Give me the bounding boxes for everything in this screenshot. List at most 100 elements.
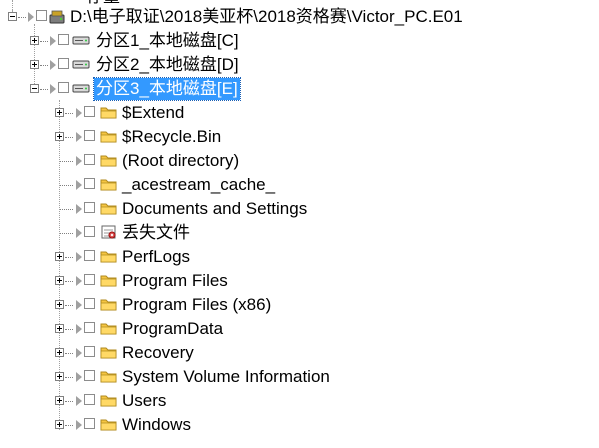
arrow-icon: [50, 60, 56, 70]
lost-files-icon: [101, 225, 116, 239]
folder-icon: [100, 179, 117, 191]
tree-item-folder[interactable]: ProgramData: [0, 318, 599, 342]
collapse-icon[interactable]: [8, 12, 17, 21]
tree-item-folder[interactable]: (Root directory): [0, 150, 599, 174]
evidence-tree: 存量 D:\电子取证\2018美亚杯\2018资格赛\Victor_PC.E01…: [0, 0, 599, 448]
arrow-icon: [50, 84, 56, 94]
checkbox[interactable]: [84, 370, 95, 381]
checkbox[interactable]: [58, 82, 69, 93]
folder-label: 丢失文件: [122, 223, 190, 242]
checkbox[interactable]: [84, 394, 95, 405]
tree-connector: [60, 233, 73, 234]
drive-icon: [72, 36, 90, 45]
expand-icon[interactable]: [30, 36, 39, 45]
expand-icon[interactable]: [55, 108, 64, 117]
tree-connector: [65, 425, 73, 426]
checkbox[interactable]: [84, 274, 95, 285]
checkbox[interactable]: [58, 34, 69, 45]
checkbox[interactable]: [84, 226, 95, 237]
folder-label: Recovery: [122, 343, 194, 362]
arrow-icon: [76, 108, 82, 118]
folder-icon: [100, 155, 117, 167]
arrow-icon: [76, 300, 82, 310]
tree-item-partition-c[interactable]: 分区1_本地磁盘[C]: [0, 30, 599, 54]
tree-item-partition-d[interactable]: 分区2_本地磁盘[D]: [0, 54, 599, 78]
checkbox[interactable]: [84, 154, 95, 165]
expand-icon[interactable]: [55, 132, 64, 141]
tree-connector: [65, 305, 73, 306]
tree-item-folder[interactable]: Program Files: [0, 270, 599, 294]
expand-icon[interactable]: [55, 420, 64, 429]
folder-icon: [100, 323, 117, 335]
arrow-icon: [76, 204, 82, 214]
arrow-icon: [76, 276, 82, 286]
expand-icon[interactable]: [55, 324, 64, 333]
tree-connector: [65, 257, 73, 258]
checkbox[interactable]: [84, 130, 95, 141]
checkbox[interactable]: [36, 10, 47, 21]
folder-label: ProgramData: [122, 319, 224, 338]
tree-item-partition-e[interactable]: 分区3_本地磁盘[E]: [0, 77, 599, 102]
tree-root-label: D:\电子取证\2018美亚杯\2018资格赛\Victor_PC.E01: [70, 7, 463, 26]
folder-label: Users: [122, 391, 167, 410]
tree-root-row[interactable]: D:\电子取证\2018美亚杯\2018资格赛\Victor_PC.E01: [0, 6, 599, 30]
tree-item-folder[interactable]: $Recycle.Bin: [0, 126, 599, 150]
folder-icon: [100, 203, 117, 215]
tree-item-folder[interactable]: $Extend: [0, 102, 599, 126]
tree-item-folder[interactable]: Users: [0, 390, 599, 414]
expand-icon[interactable]: [55, 348, 64, 357]
checkbox[interactable]: [84, 418, 95, 429]
checkbox[interactable]: [58, 58, 69, 69]
drive-icon: [72, 84, 90, 93]
folder-label: $Recycle.Bin: [122, 127, 222, 146]
folder-icon: [100, 275, 117, 287]
checkbox[interactable]: [84, 346, 95, 357]
tree-connector: [65, 113, 73, 114]
tree-connector: [65, 281, 73, 282]
folder-label: Program Files (x86): [122, 295, 272, 314]
checkbox[interactable]: [84, 250, 95, 261]
arrow-icon: [76, 324, 82, 334]
tree-connector: [65, 401, 73, 402]
tree-item-folder[interactable]: Documents and Settings: [0, 198, 599, 222]
tree-item-folder[interactable]: _acestream_cache_: [0, 174, 599, 198]
tree-connector: [40, 89, 48, 90]
collapse-icon[interactable]: [30, 84, 39, 93]
tree-connector: [60, 161, 73, 162]
tree-item-folder[interactable]: 丢失文件: [0, 222, 599, 246]
checkbox[interactable]: [84, 322, 95, 333]
tree-connector: [18, 17, 26, 18]
expand-icon[interactable]: [55, 252, 64, 261]
checkbox[interactable]: [84, 298, 95, 309]
expand-icon[interactable]: [55, 396, 64, 405]
tree-connector: [65, 329, 73, 330]
expand-icon[interactable]: [55, 276, 64, 285]
checkbox[interactable]: [84, 106, 95, 117]
tree-item-folder[interactable]: Recovery: [0, 342, 599, 366]
folder-label: $Extend: [122, 103, 185, 122]
folder-icon: [100, 347, 117, 359]
arrow-icon: [76, 372, 82, 382]
expand-icon[interactable]: [55, 300, 64, 309]
tree-item-folder[interactable]: PerfLogs: [0, 246, 599, 270]
tree-connector: [40, 65, 48, 66]
arrow-icon: [76, 396, 82, 406]
partition-label: 分区2_本地磁盘[D]: [96, 55, 239, 74]
tree-item-folder[interactable]: Program Files (x86): [0, 294, 599, 318]
tree-connector: [65, 377, 73, 378]
folder-label: _acestream_cache_: [122, 175, 276, 194]
tree-item-folder[interactable]: Windows: [0, 414, 599, 438]
folder-icon: [100, 131, 117, 143]
tree-connector: [40, 41, 48, 42]
expand-icon[interactable]: [55, 372, 64, 381]
folder-icon: [100, 107, 117, 119]
checkbox[interactable]: [84, 178, 95, 189]
arrow-icon: [76, 156, 82, 166]
tree-connector: [65, 137, 73, 138]
checkbox[interactable]: [84, 202, 95, 213]
arrow-icon: [50, 36, 56, 46]
folder-icon: [100, 299, 117, 311]
expand-icon[interactable]: [30, 60, 39, 69]
tree-item-folder[interactable]: System Volume Information: [0, 366, 599, 390]
folder-icon: [100, 395, 117, 407]
